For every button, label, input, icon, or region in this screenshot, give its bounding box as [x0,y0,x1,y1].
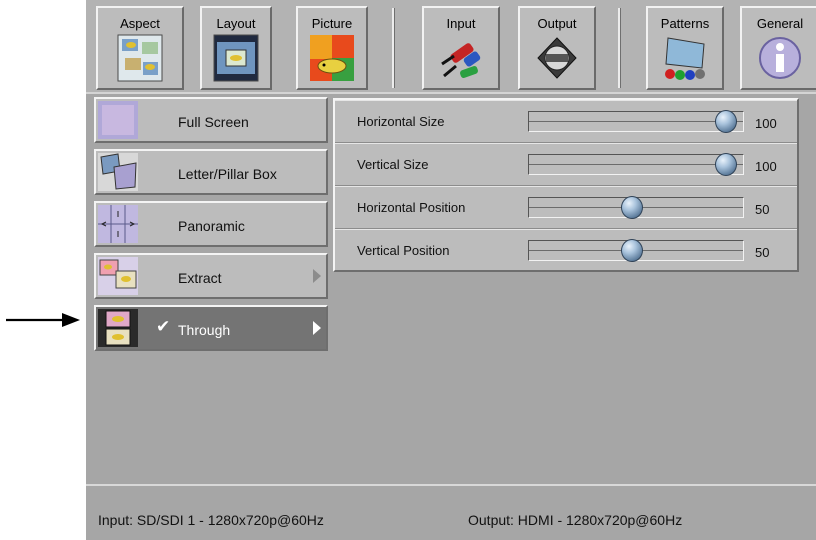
slider-track-line [529,121,743,122]
menu-item-full-screen[interactable]: Full Screen [94,97,328,143]
setting-value: 100 [755,159,777,174]
patterns-icon [665,37,705,80]
input-icon [439,35,483,81]
tab-general[interactable]: General [740,6,816,90]
tab-patterns[interactable]: Patterns [646,6,724,90]
extract-thumb-icon [98,257,138,295]
setting-label: Horizontal Size [357,114,445,129]
tab-label: Patterns [660,16,710,31]
menu-item-label: Full Screen [178,114,249,130]
aspect-icon [117,34,163,82]
tab-output[interactable]: Output [518,6,596,90]
menu-item-letter-pillar-box[interactable]: Letter/Pillar Box [94,149,328,195]
tab-label: Output [537,16,577,31]
general-info-icon [759,37,801,79]
tab-layout[interactable]: Layout [200,6,272,90]
tab-separator [618,8,621,88]
setting-label: Horizontal Position [357,200,466,215]
checkmark-icon: ✔ [156,317,171,336]
full-screen-thumb-icon [98,101,138,139]
setting-row-vertical-position: Vertical Position 50 [335,229,797,272]
tab-label: Aspect [120,16,160,31]
slider-knob[interactable] [714,153,737,176]
vertical-position-slider[interactable] [528,239,744,262]
tab-aspect[interactable]: Aspect [96,6,184,90]
menu-item-label: Extract [178,270,222,286]
setting-row-horizontal-size: Horizontal Size 100 [335,100,797,143]
tab-label: Layout [216,16,256,31]
tab-picture[interactable]: Picture [296,6,368,90]
tab-label: General [756,16,804,31]
tab-bar: Aspect Layout Picture Input Output Patte… [86,0,816,94]
slider-knob[interactable] [620,196,643,219]
menu-item-label: Letter/Pillar Box [178,166,277,182]
setting-row-horizontal-position: Horizontal Position 50 [335,186,797,229]
slider-track-line [529,164,743,165]
menu-item-label: Through [178,322,231,338]
vertical-size-slider[interactable] [528,153,744,176]
panoramic-thumb-icon [98,205,138,243]
setting-value: 50 [755,202,770,217]
output-status: Output: HDMI - 1280x720p@60Hz [468,512,683,528]
tab-label: Input [446,16,476,31]
setting-row-vertical-size: Vertical Size 100 [335,143,797,186]
picture-icon [310,35,354,81]
through-thumb-icon [98,309,138,347]
setting-label: Vertical Position [357,243,450,258]
slider-knob[interactable] [620,239,643,262]
tab-input[interactable]: Input [422,6,500,90]
status-bar: Input: SD/SDI 1 - 1280x720p@60Hz Output:… [86,484,816,540]
settings-panel: Horizontal Size 100 Vertical Size 100 Ho… [333,98,799,272]
menu-item-extract[interactable]: Extract [94,253,328,299]
output-icon [535,35,579,81]
submenu-arrow-icon [313,321,321,335]
slider-knob[interactable] [714,110,737,133]
submenu-arrow-icon [313,269,321,283]
tab-label: Picture [311,16,353,31]
osd-screen: Aspect Layout Picture Input Output Patte… [86,0,816,540]
layout-icon [213,34,259,82]
horizontal-size-slider[interactable] [528,110,744,133]
menu-item-panoramic[interactable]: Panoramic [94,201,328,247]
setting-label: Vertical Size [357,157,429,172]
pointer-arrow-icon [6,313,80,327]
setting-value: 100 [755,116,777,131]
horizontal-position-slider[interactable] [528,196,744,219]
setting-value: 50 [755,245,770,260]
input-status: Input: SD/SDI 1 - 1280x720p@60Hz [98,512,324,528]
menu-item-label: Panoramic [178,218,245,234]
menu-item-through[interactable]: ✔ Through [94,305,328,351]
letter-pillar-box-thumb-icon [98,153,138,191]
tab-separator [392,8,395,88]
